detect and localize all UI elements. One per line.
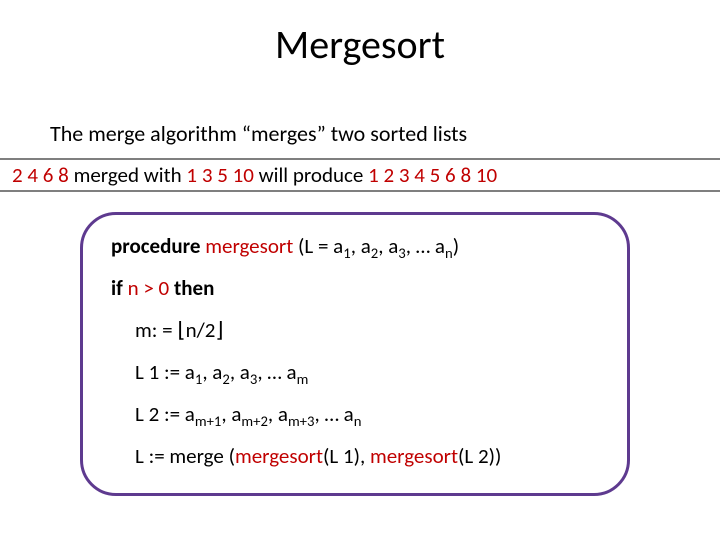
example-list-a: 2 4 6 8: [12, 162, 69, 188]
example-row: 2 4 6 8 merged with 1 3 5 10 will produc…: [12, 162, 708, 188]
l1-dots: , … a: [257, 359, 296, 385]
kw-if: if: [111, 275, 128, 301]
m-assign: m: =: [135, 317, 177, 343]
divider-top: [0, 158, 720, 160]
floor-right: ⌋: [215, 317, 223, 343]
sub: m: [297, 370, 309, 388]
floor-left: ⌊: [177, 317, 185, 343]
l2-dots: , … a: [314, 401, 353, 427]
example-list-b: 1 3 5 10: [186, 162, 253, 188]
args-rest: , a: [378, 233, 398, 259]
example-text-produce: will produce: [254, 162, 368, 188]
args-rest: , a: [351, 233, 371, 259]
sub: m+3: [288, 412, 315, 430]
m-expr: n/2: [186, 317, 216, 343]
kw-procedure: procedure: [111, 233, 200, 259]
args-prefix: (L = a: [298, 233, 343, 259]
cond: n > 0: [128, 275, 170, 301]
code-line-2: if n > 0 then: [111, 275, 599, 301]
slide-subtitle: The merge algorithm “merges” two sorted …: [50, 120, 467, 147]
call-mergesort-1: mergesort: [235, 443, 323, 469]
example-text-merged: merged with: [69, 162, 187, 188]
sub: 1: [343, 244, 350, 262]
slide: Mergesort The merge algorithm “merges” t…: [0, 0, 720, 540]
code-line-4: L 1 := a1, a2, a3, … am: [135, 359, 599, 385]
l1-rest: , a: [202, 359, 222, 385]
code-line-1: procedure mergesort (L = a1, a2, a3, … a…: [111, 233, 599, 259]
l2-rest: , a: [221, 401, 241, 427]
args-close: ): [453, 233, 459, 259]
call-mergesort-2: mergesort: [370, 443, 458, 469]
arg-l2: (L 2)): [458, 443, 501, 469]
sub: m+1: [195, 412, 222, 430]
code-line-5: L 2 := am+1, am+2, am+3, … an: [135, 401, 599, 427]
divider-bottom: [0, 190, 720, 192]
sub: 2: [222, 370, 229, 388]
proc-name: mergesort: [200, 233, 298, 259]
kw-then: then: [169, 275, 214, 301]
sub: m+2: [241, 412, 268, 430]
l2-rest: , a: [268, 401, 288, 427]
slide-title: Mergesort: [0, 20, 720, 69]
code-line-6: L := merge (mergesort(L 1), mergesort(L …: [135, 443, 599, 469]
arg-l1: (L 1),: [323, 443, 370, 469]
sub: n: [445, 244, 453, 262]
l-assign: L := merge (: [135, 443, 235, 469]
l1-assign: L 1 := a: [135, 359, 195, 385]
example-result: 1 2 3 4 5 6 8 10: [368, 162, 497, 188]
sub: n: [354, 412, 362, 430]
pseudocode-box: procedure mergesort (L = a1, a2, a3, … a…: [80, 212, 630, 496]
l1-rest: , a: [230, 359, 250, 385]
sub: 3: [398, 244, 405, 262]
code-line-3: m: = ⌊n/2⌋: [135, 317, 599, 343]
args-dots: , … a: [406, 233, 445, 259]
l2-assign: L 2 := a: [135, 401, 195, 427]
